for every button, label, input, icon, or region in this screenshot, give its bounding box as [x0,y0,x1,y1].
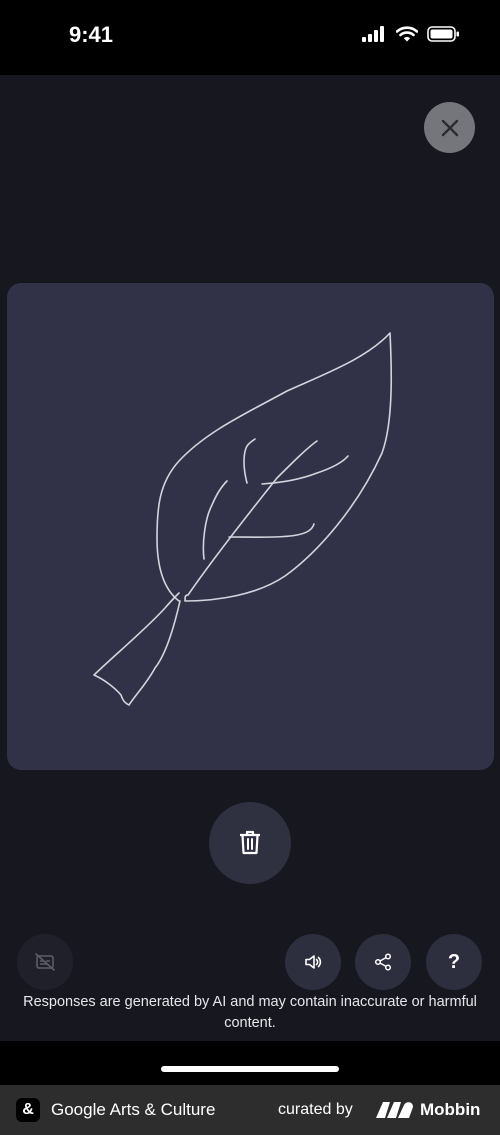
share-icon [374,953,392,971]
ai-disclaimer: Responses are generated by AI and may co… [23,994,477,1031]
footer-brand: Mobbin [420,1100,481,1119]
sound-button[interactable] [285,934,341,990]
help-label: ? [447,950,461,973]
footer-app-name: Google Arts & Culture [51,1100,216,1119]
status-time: 9:41 [69,22,114,47]
home-indicator[interactable] [161,1066,339,1072]
leaf-stem [93,592,181,706]
speaker-icon [305,955,322,969]
attribution-footer: & Google Arts & Culture curated by Mobbi… [0,1085,500,1135]
battery-icon [427,26,459,42]
drawing-canvas[interactable] [7,283,494,770]
trash-icon [240,830,260,855]
close-button[interactable] [424,102,475,153]
captions-off-icon [35,953,55,971]
status-icons [362,26,460,42]
home-indicator-area [0,1041,500,1085]
close-icon [441,119,458,136]
footer-curated-by: curated by [278,1101,353,1118]
leaf-vein-3 [228,523,315,538]
wifi-icon [396,26,418,42]
leaf-drawing [93,332,393,706]
app-logo-icon: & [16,1098,40,1122]
app-screen: ? Responses are generated by AI and may … [0,75,500,1041]
leaf-outline [156,332,393,602]
status-bar: 9:41 [0,0,500,75]
help-button[interactable]: ? [426,934,482,990]
share-button[interactable] [355,934,411,990]
mobbin-logo-icon [376,1102,413,1118]
clear-drawing-button[interactable] [209,802,291,884]
leaf-vein-2 [243,438,256,484]
signal-icon [362,26,384,42]
captions-toggle-button[interactable] [17,934,73,990]
